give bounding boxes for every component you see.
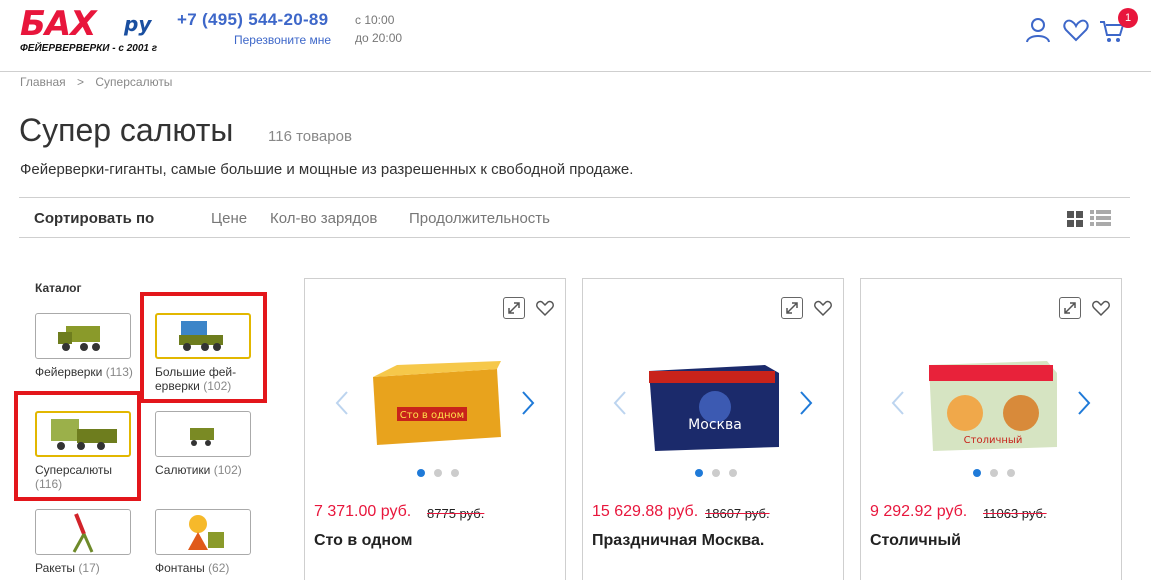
hours-from: с 10:00 [355,13,395,27]
product-old-price: 11063 руб. [983,506,1047,521]
expand-icon[interactable] [781,297,803,319]
breadcrumb: Главная > Суперсалюты [20,75,180,89]
product-image-label: Сто в одном [400,410,464,421]
sort-by-price[interactable]: Цене [211,210,247,227]
expand-icon[interactable] [1059,297,1081,319]
page-title: Супер салюты [19,112,234,148]
highlight-box [140,292,267,403]
catalog-title: Каталог [35,281,82,295]
site-logo[interactable]: БАХ ру ФЕЙЕРВЕРВЕРКИ - с 2001 г [20,4,165,56]
logo-main-text: БАХ [20,4,96,44]
product-price: 7 371.00 руб. [314,503,412,520]
carousel-next-arrow[interactable] [1075,389,1093,417]
catalog-thumb[interactable] [155,509,251,555]
hours-to: до 20:00 [355,31,403,45]
catalog-thumb[interactable] [35,509,131,555]
product-image[interactable]: Сто в одном [367,347,507,465]
carousel-prev-arrow[interactable] [333,389,351,417]
phone-link[interactable]: +7 (495) 544-20-89 [177,10,328,30]
product-card[interactable]: Москва 15 629.88 руб. 18607 руб. Праздни… [582,278,844,580]
list-view-icon[interactable] [1090,210,1111,227]
favorite-icon[interactable] [535,298,555,318]
product-old-price: 8775 руб. [427,506,485,521]
catalog-thumb[interactable] [155,411,251,457]
product-count: 116 товаров [268,128,352,145]
carousel-dots[interactable] [413,469,463,479]
favorite-icon[interactable] [813,298,833,318]
product-name[interactable]: Праздничная Москва. [592,532,764,550]
sort-by-charges[interactable]: Кол-во зарядов [270,210,377,227]
product-price: 9 292.92 руб. [870,503,968,520]
product-card[interactable]: Сто в одном 7 371.00 руб. 8775 руб. Сто … [304,278,566,580]
catalog-item-label: Фейерверки (113) [35,365,133,379]
product-name[interactable]: Столичный [870,532,961,550]
sort-bar: Сортировать по Цене Кол-во зарядов Продо… [19,197,1130,238]
catalog-item-label: Ракеты (17) [35,561,100,575]
expand-icon[interactable] [503,297,525,319]
carousel-next-arrow[interactable] [797,389,815,417]
catalog-thumb[interactable] [35,313,131,359]
catalog-item-label: Фонтаны (62) [155,561,230,575]
product-image[interactable]: Москва [645,347,785,465]
heart-icon[interactable] [1062,16,1090,44]
product-image[interactable]: Столичный [923,347,1063,465]
product-old-price: 18607 руб. [705,506,770,521]
carousel-dots[interactable] [691,469,741,479]
user-icon[interactable] [1024,16,1052,44]
site-header: БАХ ру ФЕЙЕРВЕРВЕРКИ - с 2001 г +7 (495)… [0,0,1151,72]
category-description: Фейерверки-гиганты, самые большие и мощн… [20,161,634,178]
callback-link[interactable]: Перезвоните мне [234,33,331,47]
breadcrumb-home[interactable]: Главная [20,75,66,89]
highlight-box [14,391,141,501]
cart-count-badge: 1 [1118,8,1138,28]
carousel-prev-arrow[interactable] [889,389,907,417]
breadcrumb-current[interactable]: Суперсалюты [95,75,172,89]
product-price: 15 629.88 руб. [592,503,699,520]
favorite-icon[interactable] [1091,298,1111,318]
sort-label: Сортировать по [34,210,155,227]
catalog-item-label: Салютики (102) [155,463,242,477]
product-image-label: Столичный [964,435,1023,446]
logo-ru-text: ру [124,12,152,36]
breadcrumb-separator: > [77,75,85,89]
product-card[interactable]: Столичный 9 292.92 руб. 11063 руб. Столи… [860,278,1122,580]
carousel-prev-arrow[interactable] [611,389,629,417]
sort-by-duration[interactable]: Продолжительность [409,210,550,227]
carousel-next-arrow[interactable] [519,389,537,417]
grid-view-icon[interactable] [1067,211,1083,227]
carousel-dots[interactable] [969,469,1019,479]
product-name[interactable]: Сто в одном [314,532,412,550]
product-image-label: Москва [688,417,742,433]
logo-tagline: ФЕЙЕРВЕРВЕРКИ - с 2001 г [20,43,158,54]
